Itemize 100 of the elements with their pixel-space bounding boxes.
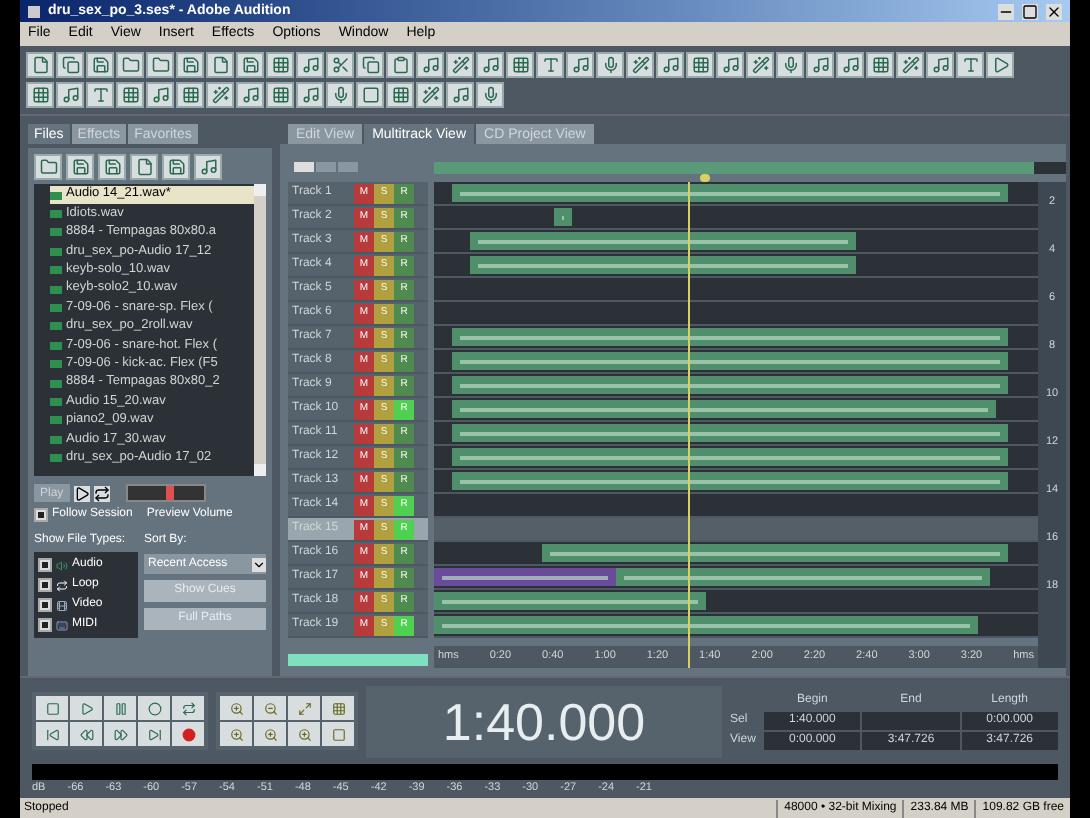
audio-clip[interactable] — [615, 568, 990, 586]
toolbar-button[interactable] — [476, 52, 504, 78]
audio-clip[interactable] — [452, 184, 1008, 202]
audio-clip[interactable] — [452, 376, 1008, 394]
toolbar-button[interactable] — [194, 154, 222, 180]
toolbar-button[interactable] — [566, 52, 594, 78]
checkbox[interactable] — [34, 508, 48, 522]
audio-clip[interactable] — [452, 400, 996, 418]
toolbar-button[interactable] — [596, 52, 624, 78]
toolbar-button[interactable] — [236, 82, 264, 108]
audio-clip[interactable] — [452, 424, 1008, 442]
audio-clip[interactable] — [434, 616, 978, 634]
zoom-button[interactable] — [254, 696, 286, 720]
maximize-icon[interactable] — [1022, 3, 1038, 19]
transport-button[interactable] — [104, 722, 136, 746]
checkbox[interactable] — [38, 618, 52, 632]
transport-button[interactable] — [36, 696, 68, 720]
minimize-icon[interactable] — [998, 3, 1014, 19]
toolbar-button[interactable] — [356, 82, 384, 108]
toolbar-button[interactable] — [656, 52, 684, 78]
toolbar-button[interactable] — [296, 82, 324, 108]
play-icon[interactable] — [73, 485, 90, 501]
toolbar-button[interactable] — [176, 52, 204, 78]
toolbar-button[interactable] — [476, 82, 504, 108]
checkbox[interactable] — [38, 598, 52, 612]
toolbar-button[interactable] — [296, 52, 324, 78]
audio-clip[interactable] — [434, 568, 616, 586]
toolbar-button[interactable] — [716, 52, 744, 78]
toolbar-button[interactable] — [236, 52, 264, 78]
audio-clip[interactable] — [470, 232, 857, 250]
audio-clip[interactable] — [452, 448, 1008, 466]
toolbar-button[interactable] — [866, 52, 894, 78]
preview-volume-slider[interactable] — [125, 484, 206, 502]
toolbar-button[interactable] — [266, 52, 294, 78]
toolbar-button[interactable] — [56, 52, 84, 78]
toolbar-button[interactable] — [326, 52, 354, 78]
toolbar-button[interactable] — [836, 52, 864, 78]
audio-clip[interactable] — [542, 544, 1008, 562]
audio-clip[interactable] — [554, 208, 573, 226]
zoom-button[interactable] — [220, 696, 252, 720]
toolbar-button[interactable] — [956, 52, 984, 78]
toolbar-button[interactable] — [26, 52, 54, 78]
toolbar-button[interactable] — [26, 82, 54, 108]
zoom-button[interactable] — [322, 696, 354, 720]
zoom-button[interactable] — [288, 696, 320, 720]
toolbar-button[interactable] — [506, 52, 534, 78]
slider-thumb[interactable] — [166, 486, 175, 500]
transport-button[interactable] — [70, 696, 102, 720]
toolbar-button[interactable] — [446, 52, 474, 78]
toolbar-button[interactable] — [130, 154, 158, 180]
toolbar-button[interactable] — [416, 82, 444, 108]
audio-clip[interactable] — [452, 352, 1008, 370]
toolbar-button[interactable] — [98, 154, 126, 180]
toolbar-button[interactable] — [986, 52, 1014, 78]
toolbar-button[interactable] — [326, 82, 354, 108]
zoom-button[interactable] — [288, 722, 320, 746]
toolbar-button[interactable] — [776, 52, 804, 78]
toolbar-button[interactable] — [56, 82, 84, 108]
transport-button[interactable] — [36, 722, 68, 746]
toolbar-button[interactable] — [146, 82, 174, 108]
transport-button[interactable] — [70, 722, 102, 746]
transport-button[interactable] — [138, 722, 170, 746]
toolbar-button[interactable] — [386, 52, 414, 78]
audio-clip[interactable] — [434, 592, 706, 610]
transport-button[interactable] — [172, 696, 204, 720]
loop-icon[interactable] — [93, 485, 110, 501]
toolbar-button[interactable] — [416, 52, 444, 78]
scrollbar[interactable] — [254, 184, 266, 476]
toolbar-button[interactable] — [176, 82, 204, 108]
toolbar-button[interactable] — [686, 52, 714, 78]
toolbar-button[interactable] — [86, 82, 114, 108]
toolbar-button[interactable] — [206, 82, 234, 108]
zoom-button[interactable] — [220, 722, 252, 746]
zoom-button[interactable] — [322, 722, 354, 746]
toolbar-button[interactable] — [746, 52, 774, 78]
toolbar-button[interactable] — [66, 154, 94, 180]
toolbar-button[interactable] — [356, 52, 384, 78]
toolbar-button[interactable] — [116, 82, 144, 108]
zoom-button[interactable] — [254, 722, 286, 746]
toolbar-button[interactable] — [162, 154, 190, 180]
transport-button[interactable] — [138, 696, 170, 720]
toolbar-button[interactable] — [86, 52, 114, 78]
toolbar-button[interactable] — [386, 82, 414, 108]
audio-clip[interactable] — [452, 328, 1008, 346]
transport-button[interactable] — [172, 722, 204, 746]
audio-clip[interactable] — [452, 472, 1008, 490]
checkbox[interactable] — [38, 578, 52, 592]
toolbar-button[interactable] — [34, 154, 62, 180]
toolbar-button[interactable] — [896, 52, 924, 78]
toolbar-button[interactable] — [926, 52, 954, 78]
toolbar-button[interactable] — [266, 82, 294, 108]
transport-button[interactable] — [104, 696, 136, 720]
toolbar-button[interactable] — [446, 82, 474, 108]
checkbox[interactable] — [38, 558, 52, 572]
toolbar-button[interactable] — [626, 52, 654, 78]
close-icon[interactable] — [1046, 3, 1062, 19]
audio-clip[interactable] — [470, 256, 857, 274]
toolbar-button[interactable] — [146, 52, 174, 78]
time-field[interactable] — [862, 712, 960, 730]
toolbar-button[interactable] — [806, 52, 834, 78]
